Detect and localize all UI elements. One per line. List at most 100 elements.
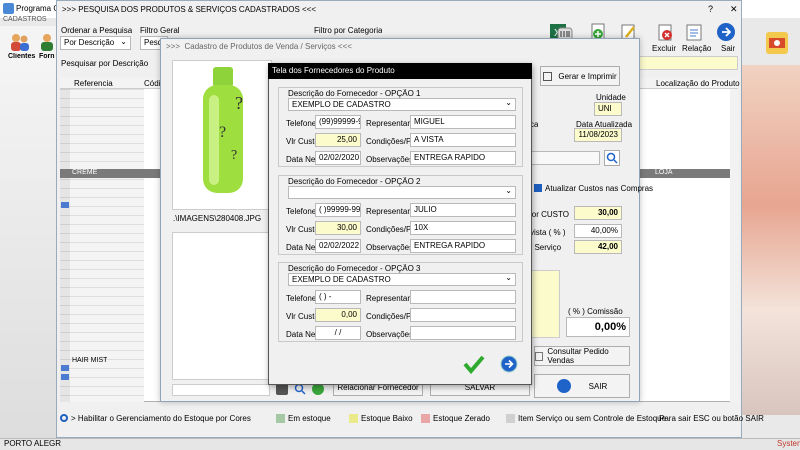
product-title-prefix: >>>: [166, 42, 181, 51]
avista-label: vista ( % ): [530, 228, 566, 237]
chevron-down-icon: ⌄: [505, 98, 512, 107]
confirm-check-icon[interactable]: [462, 354, 486, 374]
condicoes-value: 10X: [414, 223, 429, 232]
custo-label: Vlr Custo: [286, 312, 319, 321]
habilitar-radio[interactable]: [60, 414, 68, 422]
chevron-down-icon: ⌄: [505, 273, 512, 282]
condicoes-field[interactable]: [410, 308, 516, 322]
app-menu-cadastros[interactable]: CADASTROS: [3, 16, 47, 23]
ds-search-field[interactable]: [530, 151, 600, 165]
sair-icon[interactable]: [716, 22, 736, 42]
relacao-button[interactable]: Relação: [682, 44, 711, 53]
supplier-description-select[interactable]: ⌄: [288, 186, 516, 199]
category-label: Filtro por Categoria: [314, 26, 383, 35]
desktop-left-strip: [0, 28, 56, 438]
representante-value: MIGUEL: [414, 117, 445, 126]
data-value: / /: [334, 328, 342, 337]
custo-label: Vlr Custo: [286, 225, 319, 234]
clientes-icon[interactable]: [8, 32, 30, 52]
data-field[interactable]: 02/02/2022: [315, 239, 361, 253]
data-atualizada-field[interactable]: 11/08/2023: [574, 128, 622, 142]
sair-arrow-icon: [556, 379, 571, 393]
custo-field[interactable]: 25,00: [315, 133, 361, 147]
telefone-field[interactable]: (99)99999-9999: [315, 115, 361, 129]
supplier-description-select[interactable]: EXEMPLO DE CADASTRO ⌄: [288, 273, 516, 286]
col-localizacao[interactable]: Localização do Produto: [656, 79, 740, 88]
fornecedores-label[interactable]: Forn: [39, 53, 55, 60]
telefone-value: ( )99999-9999: [319, 205, 361, 214]
telefone-value: (99)99999-9999: [319, 117, 360, 126]
svg-text:?: ?: [219, 124, 226, 141]
consultar-label: Consultar Pedido Vendas: [547, 347, 609, 365]
fornecedores-icon[interactable]: [38, 32, 56, 52]
relacao-icon[interactable]: [684, 22, 704, 42]
comissao-field[interactable]: 0,00%: [566, 317, 630, 337]
representante-field[interactable]: MIGUEL: [410, 115, 516, 129]
supplier-description-value: EXEMPLO DE CADASTRO: [292, 275, 391, 284]
supplier-option-heading: Descrição do Fornecedor - OPÇÃO 3: [288, 264, 421, 273]
custo-value: 30,00: [597, 208, 618, 217]
svg-text:?: ?: [235, 93, 243, 113]
habilitar-label[interactable]: > Habilitar o Gerenciamento do Estoque p…: [71, 414, 251, 423]
main-window-title: >>> PESQUISA DOS PRODUTOS & SERVIÇOS CAD…: [62, 5, 316, 14]
observacoes-label: Observações: [366, 155, 414, 164]
excluir-button[interactable]: Excluir: [652, 44, 676, 53]
sair-button[interactable]: SAIR: [534, 374, 630, 398]
grid-scrollbar[interactable]: [730, 89, 738, 402]
observacoes-field[interactable]: ENTREGA RAPIDO: [410, 151, 516, 165]
grid-row-icon: [61, 365, 69, 371]
legend-swatch-em-estoque: [276, 414, 285, 423]
condicoes-field[interactable]: A VISTA: [410, 133, 516, 147]
app-title: Programa G: [16, 4, 60, 13]
excluir-icon[interactable]: [655, 22, 675, 42]
custo-label: Vlr Custo: [286, 137, 319, 146]
notes-yellow-panel[interactable]: [530, 270, 560, 338]
main-title-text: PESQUISA DOS PRODUTOS & SERVIÇOS CADASTR…: [78, 5, 317, 14]
atualizar-checkbox[interactable]: [534, 184, 542, 192]
atualizar-label[interactable]: Atualizar Custos nas Compras: [545, 184, 653, 193]
search-icon[interactable]: [604, 150, 620, 166]
custo-field[interactable]: 30,00: [315, 221, 361, 235]
telefone-field[interactable]: ( ) -: [315, 290, 361, 304]
custo-field[interactable]: 0,00: [315, 308, 361, 322]
observacoes-label: Observações: [366, 330, 414, 339]
representante-field[interactable]: JULIO: [410, 203, 516, 217]
gerar-imprimir-button[interactable]: Gerar e Imprimir: [540, 66, 620, 86]
supplier-description-value: EXEMPLO DE CADASTRO: [292, 100, 391, 109]
consultar-pedido-button[interactable]: Consultar Pedido Vendas: [534, 346, 630, 366]
sair-toolbar-button[interactable]: Sair: [721, 44, 735, 53]
close-button[interactable]: ✕: [730, 4, 738, 15]
svg-text:?: ?: [231, 148, 237, 163]
order-select[interactable]: Por Descrição ⌄: [60, 36, 131, 50]
observacoes-field[interactable]: ENTREGA RAPIDO: [410, 239, 516, 253]
grid-row-icon: [61, 202, 69, 208]
comissao-label: ( % ) Comissão: [568, 307, 623, 316]
observacoes-field[interactable]: [410, 326, 516, 340]
col-referencia[interactable]: Referencia: [74, 79, 113, 88]
servico-value: 42,00: [597, 242, 618, 251]
clientes-label[interactable]: Clientes: [8, 53, 35, 60]
avista-field[interactable]: 40,00%: [574, 224, 622, 238]
telefone-value: ( ) -: [319, 292, 332, 301]
custo-field[interactable]: 30,00: [574, 206, 622, 220]
telefone-field[interactable]: ( )99999-9999: [315, 203, 361, 217]
condicoes-field[interactable]: 10X: [410, 221, 516, 235]
servico-field[interactable]: 42,00: [574, 240, 622, 254]
custo-label: lor CUSTO: [530, 210, 569, 219]
supplier-description-select[interactable]: EXEMPLO DE CADASTRO ⌄: [288, 98, 516, 111]
status-left: PORTO ALEGR: [4, 439, 62, 448]
image-panel-2: [172, 232, 270, 380]
grid-col-strip: [60, 89, 70, 402]
avista-value: 40,00%: [590, 226, 618, 235]
image-bottom-bar: [172, 384, 270, 396]
data-field[interactable]: 02/02/2020: [315, 151, 361, 165]
next-arrow-icon[interactable]: [500, 355, 518, 373]
observacoes-value: ENTREGA RAPIDO: [414, 241, 486, 250]
data-field[interactable]: / /: [315, 326, 361, 340]
representante-field[interactable]: [410, 290, 516, 304]
printer-icon: [543, 71, 553, 81]
unidade-select[interactable]: UNI: [594, 102, 622, 116]
row-hair-ref: HAIR MIST: [72, 357, 108, 364]
help-button[interactable]: ?: [708, 4, 713, 14]
legend-swatch-servico: [506, 414, 515, 423]
